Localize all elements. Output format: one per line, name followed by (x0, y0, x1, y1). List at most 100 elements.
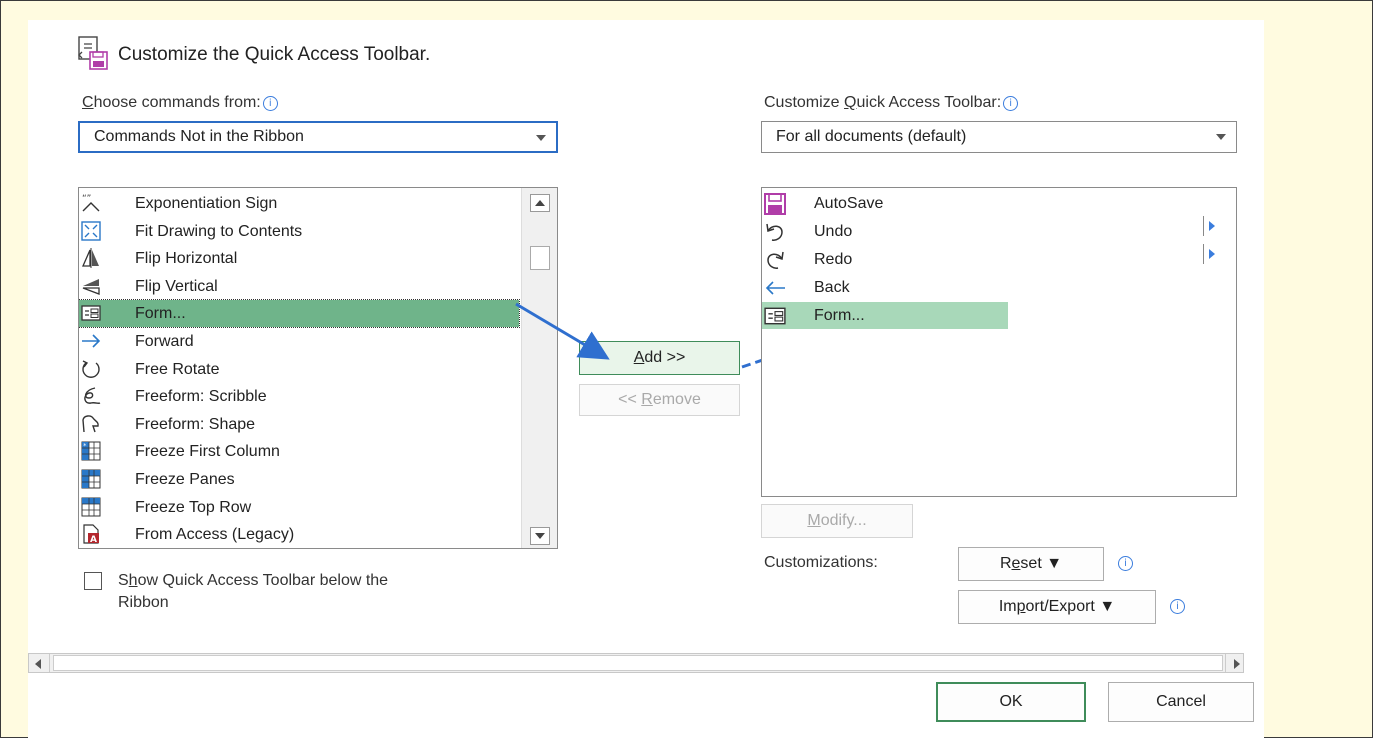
command-item-label: Freeform: Shape (135, 415, 256, 433)
toolbar-item[interactable]: AutoSave (762, 190, 1162, 217)
toolbar-item-label: Undo (814, 223, 853, 240)
scroll-thumb[interactable] (530, 246, 550, 270)
dialog-horizontal-scrollbar[interactable] (28, 653, 1244, 673)
toolbar-item-label: AutoSave (814, 195, 884, 212)
form-icon (764, 305, 786, 327)
cancel-button[interactable]: Cancel (1108, 682, 1254, 722)
info-icon[interactable]: i (262, 96, 278, 111)
choose-commands-accesskey: C (82, 94, 94, 111)
command-item-label: Free Rotate (135, 360, 220, 378)
save-icon (764, 193, 786, 215)
command-item[interactable]: Freeze Panes (79, 466, 519, 493)
command-item-label: Freeze First Column (135, 443, 280, 461)
freeze-column-icon: * (81, 441, 101, 461)
command-item[interactable]: Freeform: Scribble (79, 383, 519, 410)
submenu-divider (1203, 244, 1204, 264)
freeform-shape-icon (81, 414, 101, 434)
show-below-ribbon-label[interactable]: Show Quick Access Toolbar below the Ribb… (118, 570, 388, 614)
command-item-label: Forward (135, 333, 194, 350)
scribble-icon (81, 386, 101, 406)
toolbar-item[interactable]: Redo (762, 246, 1162, 273)
choose-commands-label: Choose commands from: i (82, 94, 278, 112)
toolbar-item-label: Form... (814, 307, 865, 324)
scroll-left-icon (35, 659, 41, 669)
rotate-icon (81, 359, 101, 379)
customize-for-value: For all documents (default) (776, 128, 967, 145)
command-item-label: Fit Drawing to Contents (135, 222, 303, 240)
choose-commands-dropdown[interactable]: Commands Not in the Ribbon (78, 121, 558, 153)
fit-drawing-icon (81, 220, 101, 241)
toolbar-item[interactable]: Form... (762, 302, 1008, 329)
toolbar-commands-list[interactable]: AutoSave Undo Redo Back Form... (761, 187, 1237, 497)
scroll-up-button[interactable] (530, 194, 550, 212)
horizontal-scroll-thumb[interactable] (53, 655, 1223, 671)
command-item-label: Freeform: Scribble (135, 388, 267, 406)
command-item[interactable]: A From Access (Legacy) (79, 521, 519, 548)
command-item[interactable]: “” Exponentiation Sign (79, 190, 519, 217)
back-arrow-icon (764, 277, 786, 299)
command-item-label: Freeze Top Row (135, 498, 252, 516)
svg-text:*: * (83, 442, 87, 450)
command-item[interactable]: * Freeze First Column (79, 438, 519, 465)
arrow-to-add (515, 302, 610, 360)
customizations-label: Customizations: (764, 554, 878, 571)
ok-button[interactable]: OK (936, 682, 1086, 722)
dialog-title: Customize the Quick Access Toolbar. (118, 44, 431, 65)
command-item-label: Form... (135, 305, 186, 323)
info-icon[interactable]: i (1003, 96, 1019, 111)
command-item-label: Freeze Panes (135, 471, 235, 488)
commands-list[interactable]: “” Exponentiation Sign Fit Drawing to Cont… (78, 187, 558, 549)
customize-toolbar-label: Customize Quick Access Toolbar: i (764, 94, 1019, 112)
command-item[interactable]: Free Rotate (79, 356, 519, 383)
scroll-up-icon (535, 200, 545, 206)
command-item[interactable]: Fit Drawing to Contents (79, 218, 519, 245)
chevron-down-icon (1216, 134, 1226, 140)
reset-button[interactable]: Reset ▼ (958, 547, 1104, 581)
svg-text:A: A (90, 535, 97, 544)
quick-access-dialog: Customize the Quick Access Toolbar. Choo… (28, 20, 1264, 738)
toolbar-item-label: Redo (814, 251, 853, 268)
toolbar-item[interactable]: Back (762, 274, 1162, 301)
modify-button[interactable]: Modify... (761, 504, 913, 538)
command-item[interactable]: Forward (79, 328, 519, 355)
freeze-panes-icon (81, 469, 101, 489)
form-icon (81, 303, 101, 323)
svg-text:“”: “” (82, 194, 91, 204)
command-item-label: Flip Horizontal (135, 250, 238, 268)
choose-commands-value: Commands Not in the Ribbon (94, 128, 304, 145)
show-below-ribbon-checkbox[interactable] (84, 572, 102, 590)
scroll-right-button[interactable] (1225, 654, 1244, 672)
command-item-label: Exponentiation Sign (135, 195, 278, 212)
quick-access-toolbar-icon (78, 36, 108, 70)
submenu-divider (1203, 216, 1204, 236)
command-item-label: Flip Vertical (135, 277, 218, 295)
command-item[interactable]: Flip Horizontal (79, 245, 519, 272)
choose-commands-text: hoose commands from: (93, 94, 261, 111)
flip-vertical-icon (81, 276, 101, 296)
access-icon: A (81, 524, 101, 545)
command-item[interactable]: Flip Vertical (79, 273, 519, 300)
command-item[interactable]: Freeze Top Row (79, 494, 519, 521)
command-item[interactable]: Form... (79, 299, 520, 329)
freeze-row-icon (81, 497, 101, 517)
submenu-arrow-icon (1209, 249, 1215, 259)
redo-icon (764, 249, 786, 271)
command-item[interactable]: Freeform: Shape (79, 411, 519, 438)
scroll-left-button[interactable] (29, 654, 50, 672)
show-below-ribbon-line1: Show Quick Access Toolbar below the (118, 572, 389, 589)
scroll-down-button[interactable] (530, 527, 550, 545)
info-icon[interactable]: i (1170, 599, 1185, 614)
import-export-button[interactable]: Import/Export ▼ (958, 590, 1156, 624)
exponent-icon: “” (81, 193, 101, 213)
scroll-right-icon (1234, 659, 1240, 669)
toolbar-item-label: Back (814, 279, 850, 296)
customize-for-dropdown[interactable]: For all documents (default) (761, 121, 1237, 153)
flip-horizontal-icon (81, 248, 101, 269)
info-icon[interactable]: i (1118, 556, 1133, 571)
chevron-down-icon (536, 135, 546, 141)
scroll-down-icon (535, 533, 545, 539)
toolbar-item[interactable]: Undo (762, 218, 1162, 245)
show-below-ribbon-line2: Ribbon (118, 594, 169, 611)
undo-icon (764, 221, 786, 243)
submenu-arrow-icon (1209, 221, 1215, 231)
